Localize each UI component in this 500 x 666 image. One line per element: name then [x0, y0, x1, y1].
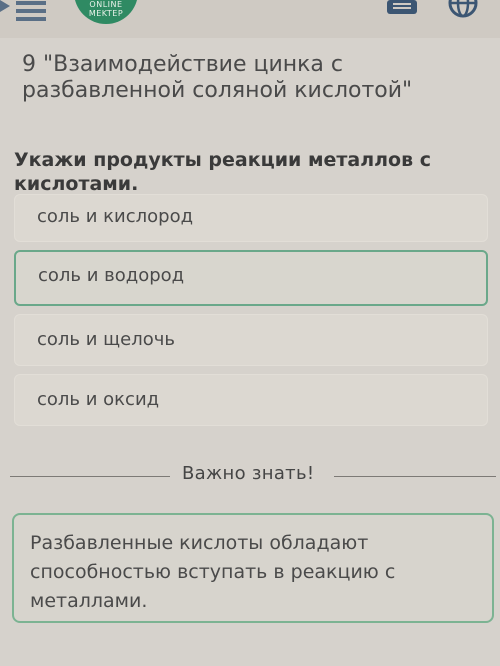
info-divider: Важно знать!: [0, 462, 500, 490]
answer-option[interactable]: соль и кислород: [14, 194, 488, 242]
answer-option-label: соль и водород: [38, 265, 185, 286]
answer-option-label: соль и оксид: [37, 389, 160, 410]
book-icon[interactable]: [387, 0, 417, 14]
online-mektep-logo[interactable]: ONLINE MEKTEP: [74, 0, 138, 24]
menu-icon[interactable]: [0, 0, 50, 24]
info-box: Разбавленные кислоты обладают способност…: [12, 513, 494, 623]
answer-option[interactable]: соль и оксид: [14, 374, 488, 426]
logo-line-1: ONLINE: [89, 0, 123, 9]
globe-icon[interactable]: [448, 0, 478, 18]
divider-line-left: [10, 476, 170, 477]
top-app-bar: ONLINE MEKTEP: [0, 0, 500, 38]
answer-option[interactable]: соль и щелочь: [14, 314, 488, 366]
answer-option-selected[interactable]: соль и водород: [14, 250, 488, 306]
answer-option-label: соль и щелочь: [37, 329, 175, 350]
info-heading: Важно знать!: [182, 463, 315, 484]
lesson-title: 9 "Взаимодействие цинка с разбавленной с…: [22, 52, 413, 103]
divider-line-right: [334, 476, 496, 477]
answer-options: соль и кислород соль и водород соль и ще…: [14, 194, 494, 434]
info-text: Разбавленные кислоты обладают способност…: [30, 532, 396, 612]
logo-line-2: MEKTEP: [88, 9, 124, 18]
answer-option-label: соль и кислород: [37, 206, 194, 227]
question-text: Укажи продукты реакции металлов с кислот…: [14, 149, 431, 195]
